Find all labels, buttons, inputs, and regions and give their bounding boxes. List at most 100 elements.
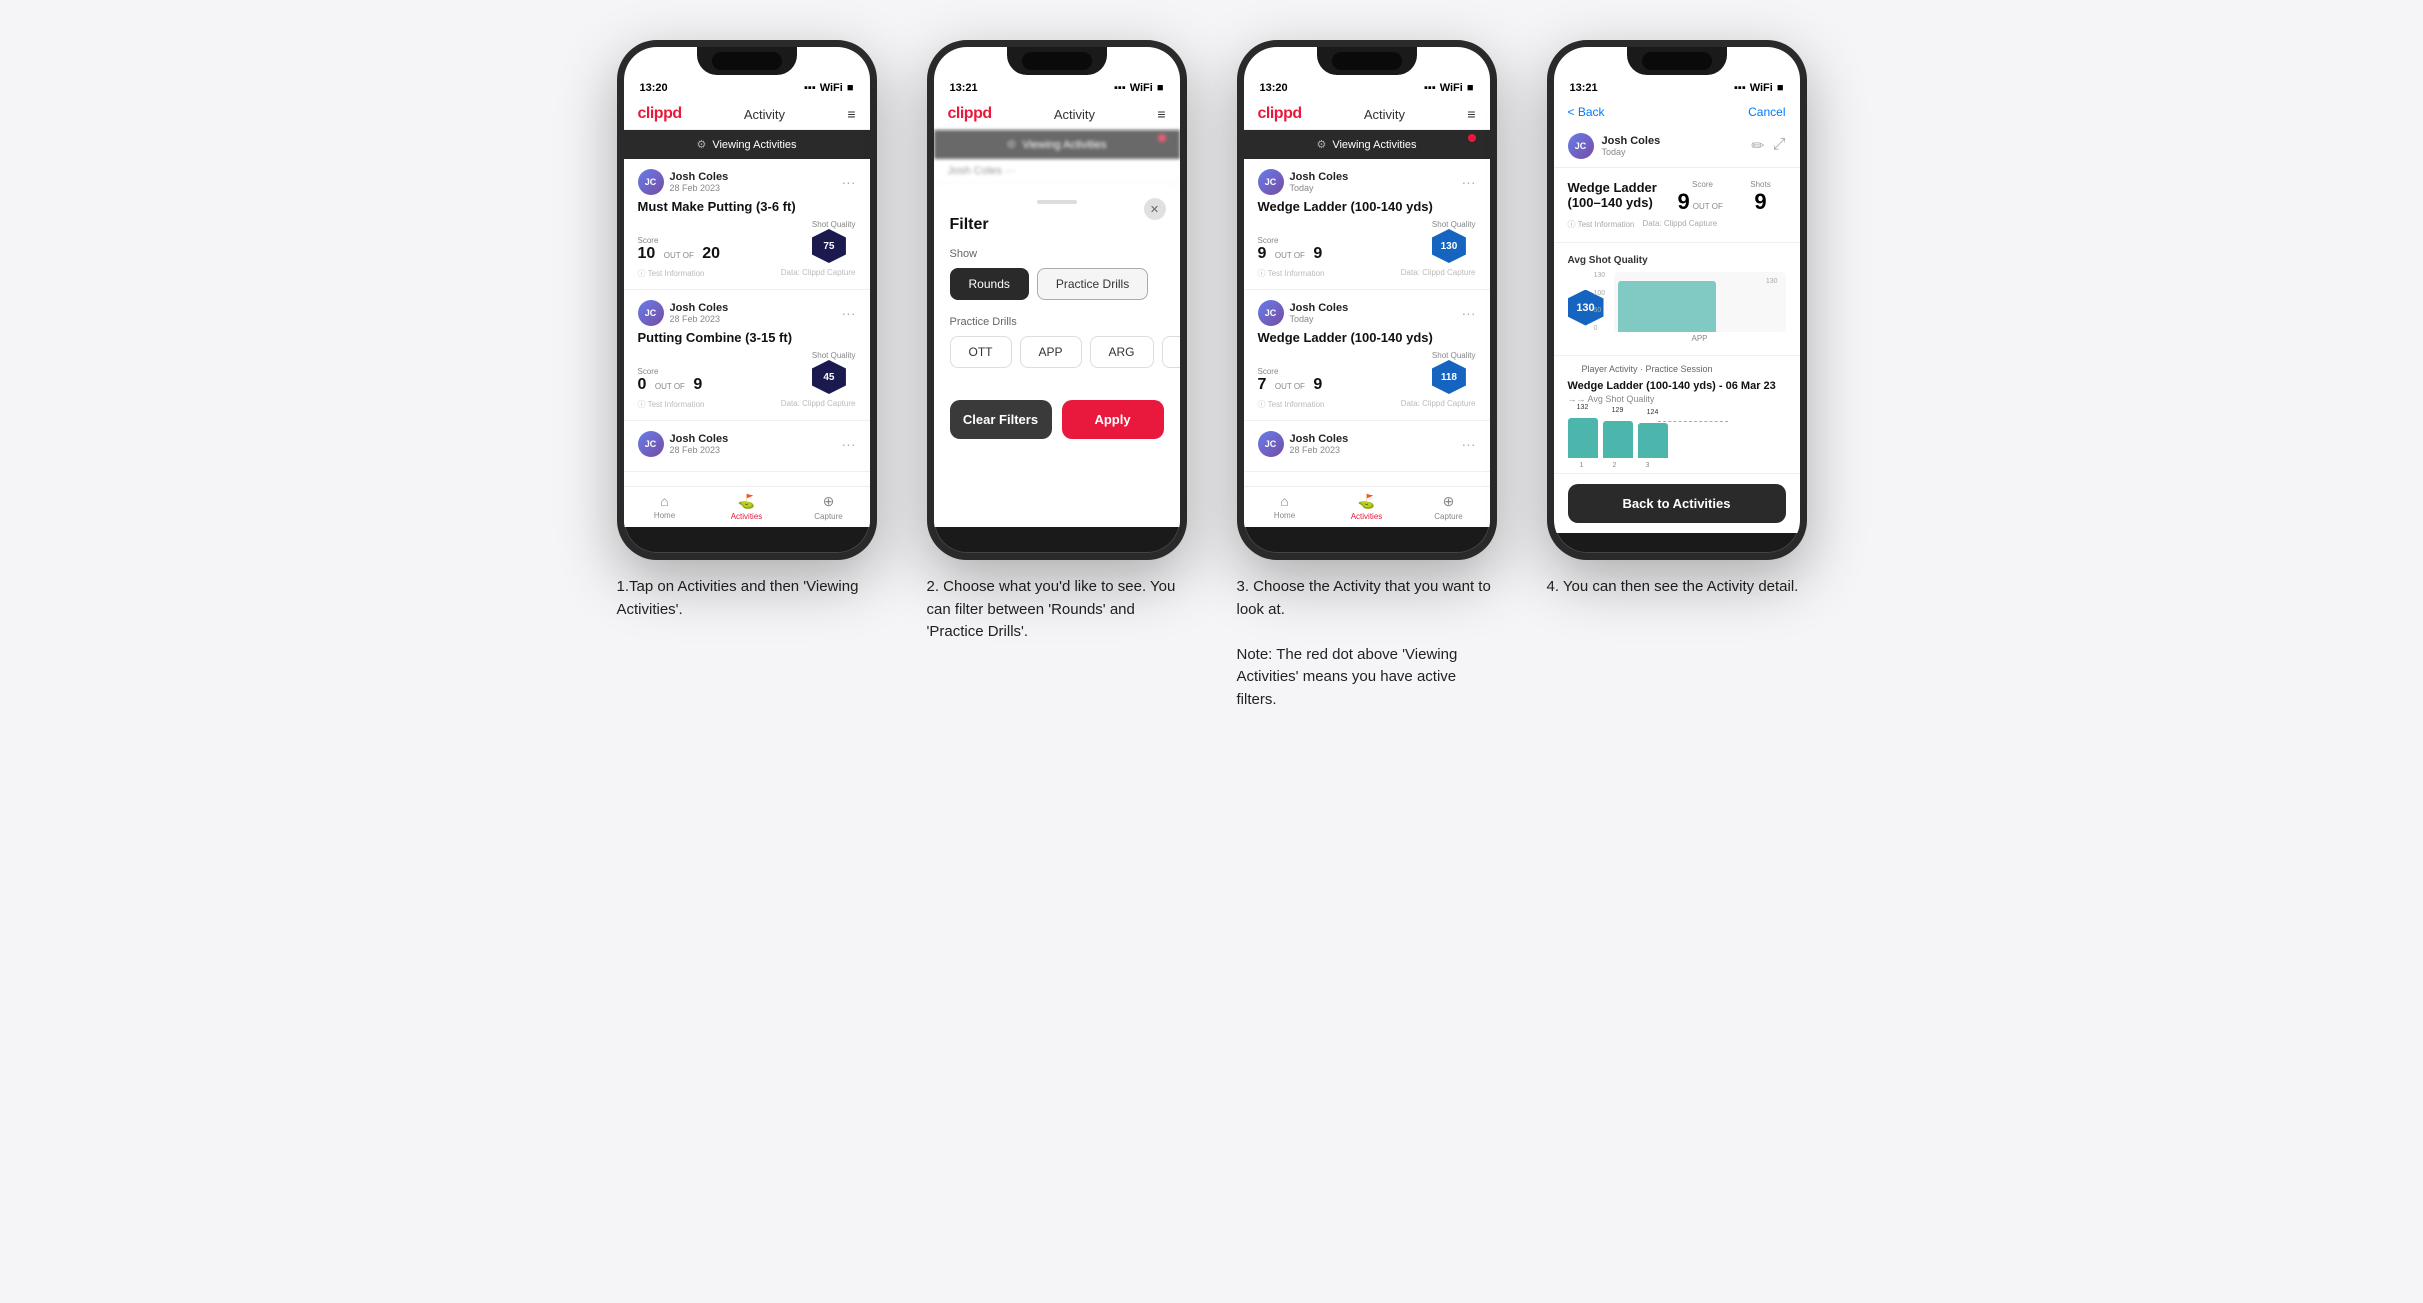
status-bar-4: 13:21 ▪▪▪ WiFi ■ (1554, 77, 1800, 99)
sq-badge-3-1: 118 (1432, 360, 1466, 394)
filter-actions: Clear Filters Apply (950, 384, 1164, 439)
user-name-1-0: Josh Coles (670, 171, 729, 183)
user-info-1-2: JC Josh Coles 28 Feb 2023 (638, 431, 729, 457)
bottom-nav-1: ⌂ Home ⛳ Activities ⊕ Capture (624, 486, 870, 527)
status-bar-2: 13:21 ▪▪▪ WiFi ■ (934, 77, 1180, 99)
edit-icon[interactable]: ✏ (1751, 136, 1764, 156)
score-col: Score 9 OUT OF (1678, 180, 1728, 215)
activity-card-1-2[interactable]: JC Josh Coles 28 Feb 2023 ··· (624, 421, 870, 472)
menu-icon-2[interactable]: ≡ (1157, 106, 1165, 122)
menu-icon-1[interactable]: ≡ (847, 106, 855, 122)
phone-screen-1: 13:20 ▪▪▪ WiFi ■ clippd Activity ≡ ⚙ V (624, 47, 870, 527)
show-btn-group: Rounds Practice Drills (950, 268, 1164, 300)
phone-screen-2: 13:21 ▪▪▪ WiFi ■ clippd Activity ≡ ⚙ V (934, 47, 1180, 527)
nav-capture-1[interactable]: ⊕ Capture (788, 487, 870, 527)
viewing-banner-3[interactable]: ⚙ Viewing Activities (1244, 130, 1490, 159)
blurred-user-2: Josh Coles ··· (934, 159, 1180, 184)
avatar-3-0: JC (1258, 169, 1284, 195)
activities-icon-1: ⛳ (738, 493, 755, 510)
status-time-1: 13:20 (640, 82, 668, 94)
three-dots-1-2[interactable]: ··· (842, 436, 856, 452)
three-dots-3-1[interactable]: ··· (1462, 305, 1476, 321)
activity-title-1-0: Must Make Putting (3-6 ft) (638, 199, 856, 214)
user-date-1-2: 28 Feb 2023 (670, 445, 729, 455)
modal-close-btn[interactable]: ✕ (1144, 198, 1166, 220)
activity-link-title[interactable]: Wedge Ladder (100-140 yds) - 06 Mar 23 (1568, 378, 1786, 394)
viewing-banner-1[interactable]: ⚙ Viewing Activities (624, 130, 870, 159)
bottom-nav-3: ⌂ Home ⛳ Activities ⊕ Capture (1244, 486, 1490, 527)
detail-user-row: JC Josh Coles Today ✏ ⤢ (1554, 125, 1800, 168)
rounds-filter-btn[interactable]: Rounds (950, 268, 1029, 300)
player-activity-label: Player Activity · Practice Session (1568, 360, 1786, 378)
wifi-icon-3: WiFi (1440, 82, 1463, 94)
detail-score-card: Wedge Ladder(100–140 yds) Score 9 OUT OF (1554, 168, 1800, 243)
ott-btn[interactable]: OTT (950, 336, 1012, 368)
apply-btn[interactable]: Apply (1062, 400, 1164, 439)
nav-activities-1[interactable]: ⛳ Activities (706, 487, 788, 527)
outof-1-0: OUT OF (664, 251, 694, 260)
description-2: 2. Choose what you'd like to see. You ca… (927, 576, 1187, 644)
phone-section-3: 13:20 ▪▪▪ WiFi ■ clippd Activity ≡ ⚙ V (1227, 40, 1507, 711)
phone-frame-4: 13:21 ▪▪▪ WiFi ■ < Back Cancel JC (1547, 40, 1807, 560)
capture-label-1: Capture (814, 512, 842, 521)
red-dot-2 (1158, 134, 1166, 142)
avatar-3-1: JC (1258, 300, 1284, 326)
wifi-icon-2: WiFi (1130, 82, 1153, 94)
app-logo-3: clippd (1258, 105, 1302, 123)
stats-row-3-1: Score 7 OUT OF 9 Shot Quality 118 (1258, 351, 1476, 394)
nav-activities-3[interactable]: ⛳ Activities (1326, 487, 1408, 527)
app-btn[interactable]: APP (1020, 336, 1082, 368)
nav-home-1[interactable]: ⌂ Home (624, 487, 706, 527)
avg-shot-quality-card: Avg Shot Quality 130 130 100 50 0 (1554, 243, 1800, 356)
app-logo-1: clippd (638, 105, 682, 123)
arg-btn[interactable]: ARG (1090, 336, 1154, 368)
detail-user-date: Today (1602, 147, 1661, 157)
status-icons-4: ▪▪▪ WiFi ■ (1734, 82, 1783, 94)
mini-chart-area: 130 (1614, 272, 1786, 332)
three-dots-3-0[interactable]: ··· (1462, 174, 1476, 190)
clear-filters-btn[interactable]: Clear Filters (950, 400, 1052, 439)
back-btn[interactable]: < Back (1568, 105, 1605, 119)
score-val-1-0: 10 (638, 245, 656, 262)
capture-icon-1: ⊕ (823, 493, 835, 510)
phone-screen-3: 13:20 ▪▪▪ WiFi ■ clippd Activity ≡ ⚙ V (1244, 47, 1490, 527)
app-header-2: clippd Activity ≡ (934, 99, 1180, 130)
user-info-1-0: JC Josh Coles 28 Feb 2023 (638, 169, 729, 195)
banner-text-2: Viewing Activities (1022, 139, 1106, 151)
phone-notch-1 (697, 47, 797, 75)
app-title-3: Activity (1364, 107, 1405, 122)
activities-label-1: Activities (731, 512, 763, 521)
nav-capture-3[interactable]: ⊕ Capture (1408, 487, 1490, 527)
three-dots-1-0[interactable]: ··· (842, 174, 856, 190)
card-footer-1-1: ⓘ Test Information Data: Clippd Capture (638, 399, 856, 410)
app-title-2: Activity (1054, 107, 1095, 122)
phone-frame-2: 13:21 ▪▪▪ WiFi ■ clippd Activity ≡ ⚙ V (927, 40, 1187, 560)
sq-badge-1-1: 45 (812, 360, 846, 394)
activity-card-1-1[interactable]: JC Josh Coles 28 Feb 2023 ··· Putting Co… (624, 290, 870, 421)
signal-icon-3: ▪▪▪ (1424, 82, 1436, 94)
user-date-1-1: 28 Feb 2023 (670, 314, 729, 324)
user-date-3-1: Today (1290, 314, 1349, 324)
user-name-3-0: Josh Coles (1290, 171, 1349, 183)
description-1: 1.Tap on Activities and then 'Viewing Ac… (617, 576, 877, 621)
activity-card-1-0[interactable]: JC Josh Coles 28 Feb 2023 ··· Must Make … (624, 159, 870, 290)
cancel-btn[interactable]: Cancel (1748, 105, 1785, 119)
user-info-3-1: JC Josh Coles Today (1258, 300, 1349, 326)
expand-icon[interactable]: ⤢ (1773, 136, 1786, 156)
detail-header: < Back Cancel (1554, 99, 1800, 125)
activity-card-3-2[interactable]: JC Josh Coles 28 Feb 2023 ··· (1244, 421, 1490, 472)
nav-home-3[interactable]: ⌂ Home (1244, 487, 1326, 527)
menu-icon-3[interactable]: ≡ (1467, 106, 1475, 122)
activity-card-3-1[interactable]: JC Josh Coles Today ··· Wedge Ladder (10… (1244, 290, 1490, 421)
chart-bar-1 (1618, 281, 1716, 332)
putt-btn[interactable]: PUTT (1162, 336, 1187, 368)
practice-drills-filter-btn[interactable]: Practice Drills (1037, 268, 1148, 300)
user-name-1-1: Josh Coles (670, 302, 729, 314)
back-to-activities-btn[interactable]: Back to Activities (1568, 484, 1786, 523)
viewing-banner-2[interactable]: ⚙ Viewing Activities (934, 130, 1180, 159)
activity-card-3-0[interactable]: JC Josh Coles Today ··· Wedge Ladder (10… (1244, 159, 1490, 290)
battery-icon-3: ■ (1467, 82, 1474, 94)
drill-btn-group: OTT APP ARG PUTT (950, 336, 1164, 368)
avatar-1-1: JC (638, 300, 664, 326)
three-dots-1-1[interactable]: ··· (842, 305, 856, 321)
